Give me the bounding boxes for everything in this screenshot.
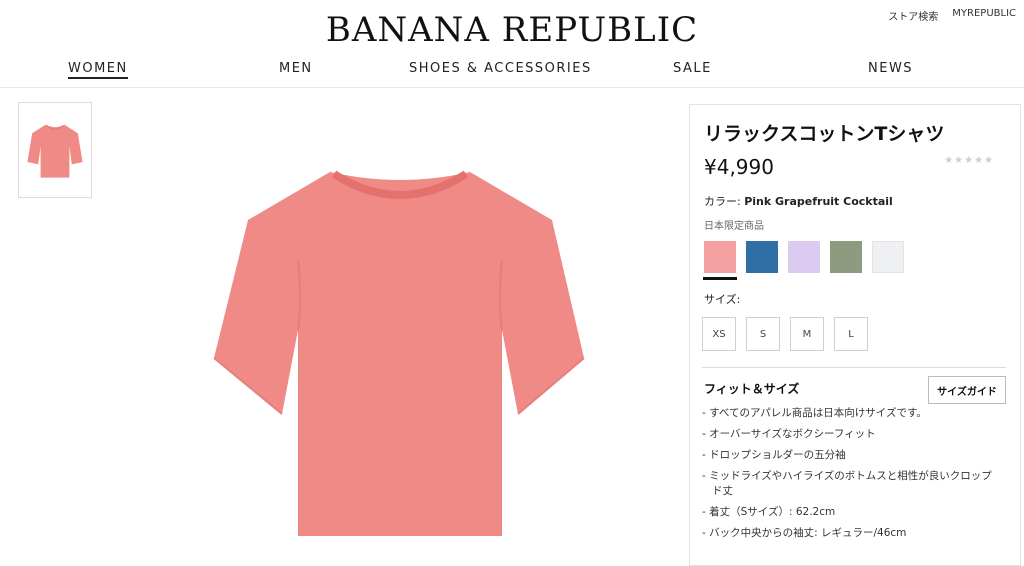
list-item: - 着丈（Sサイズ）: 62.2cm xyxy=(702,506,836,518)
nav-women[interactable]: WOMEN xyxy=(68,61,128,79)
size-s-button[interactable]: S xyxy=(746,317,780,351)
nav-news[interactable]: NEWS xyxy=(868,61,913,76)
list-item: - すべてのアパレル商品は日本向けサイズです。 xyxy=(702,407,927,419)
fit-details-list: - すべてのアパレル商品は日本向けサイズです。 - オーバーサイズなボクシーフィ… xyxy=(702,406,1002,547)
brand-logo[interactable]: BANANA REPUBLIC xyxy=(0,10,1024,50)
nav-sale[interactable]: SALE xyxy=(673,61,712,76)
divider xyxy=(702,367,1006,368)
store-search-link[interactable]: ストア検索 xyxy=(888,8,938,23)
list-item: - バック中央からの袖丈: レギュラー/46cm xyxy=(702,527,907,539)
swatch-blue[interactable] xyxy=(746,241,778,273)
site-header: BANANA REPUBLIC ストア検索 MYREPUBLIC WOMEN M… xyxy=(0,0,1024,88)
list-item: - ドロップショルダーの五分袖 xyxy=(702,449,846,461)
swatch-olive[interactable] xyxy=(830,241,862,273)
product-title: リラックスコットンTシャツ xyxy=(704,123,945,145)
rating-stars[interactable]: ★★★★★ xyxy=(944,155,994,166)
myrepublic-link[interactable]: MYREPUBLIC xyxy=(952,8,1016,23)
product-main-image[interactable] xyxy=(200,150,600,540)
list-item: - オーバーサイズなボクシーフィット xyxy=(702,428,876,440)
japan-exclusive-label: 日本限定商品 xyxy=(704,221,764,232)
swatch-white[interactable] xyxy=(872,241,904,273)
color-label: カラー: xyxy=(704,195,741,208)
size-l-button[interactable]: L xyxy=(834,317,868,351)
color-swatches xyxy=(703,241,904,280)
nav-men[interactable]: MEN xyxy=(279,61,313,76)
product-price: ¥4,990 xyxy=(704,155,774,179)
list-item: - ミッドライズやハイライズのボトムスと相性が良いクロップド丈 xyxy=(702,470,992,497)
size-m-button[interactable]: M xyxy=(790,317,824,351)
fit-size-heading: フィット＆サイズ xyxy=(704,382,800,396)
size-selector: XS S M L xyxy=(702,317,868,351)
swatch-lavender[interactable] xyxy=(788,241,820,273)
nav-shoes-accessories[interactable]: SHOES & ACCESSORIES xyxy=(409,61,592,76)
t-shirt-thumbnail-icon xyxy=(27,124,83,178)
size-label: サイズ: xyxy=(704,293,741,306)
product-thumbnail[interactable] xyxy=(18,102,92,198)
t-shirt-image-icon xyxy=(213,170,585,536)
utility-links: ストア検索 MYREPUBLIC xyxy=(888,8,1016,23)
product-info-panel: リラックスコットンTシャツ ¥4,990 ★★★★★ カラー: Pink Gra… xyxy=(689,104,1021,566)
swatch-pink[interactable] xyxy=(703,241,737,280)
size-xs-button[interactable]: XS xyxy=(702,317,736,351)
size-guide-button[interactable]: サイズガイド xyxy=(928,376,1006,404)
main-nav: WOMEN MEN SHOES & ACCESSORIES SALE NEWS xyxy=(0,61,1024,79)
color-line: カラー: Pink Grapefruit Cocktail xyxy=(704,193,893,209)
color-value: Pink Grapefruit Cocktail xyxy=(744,195,893,208)
